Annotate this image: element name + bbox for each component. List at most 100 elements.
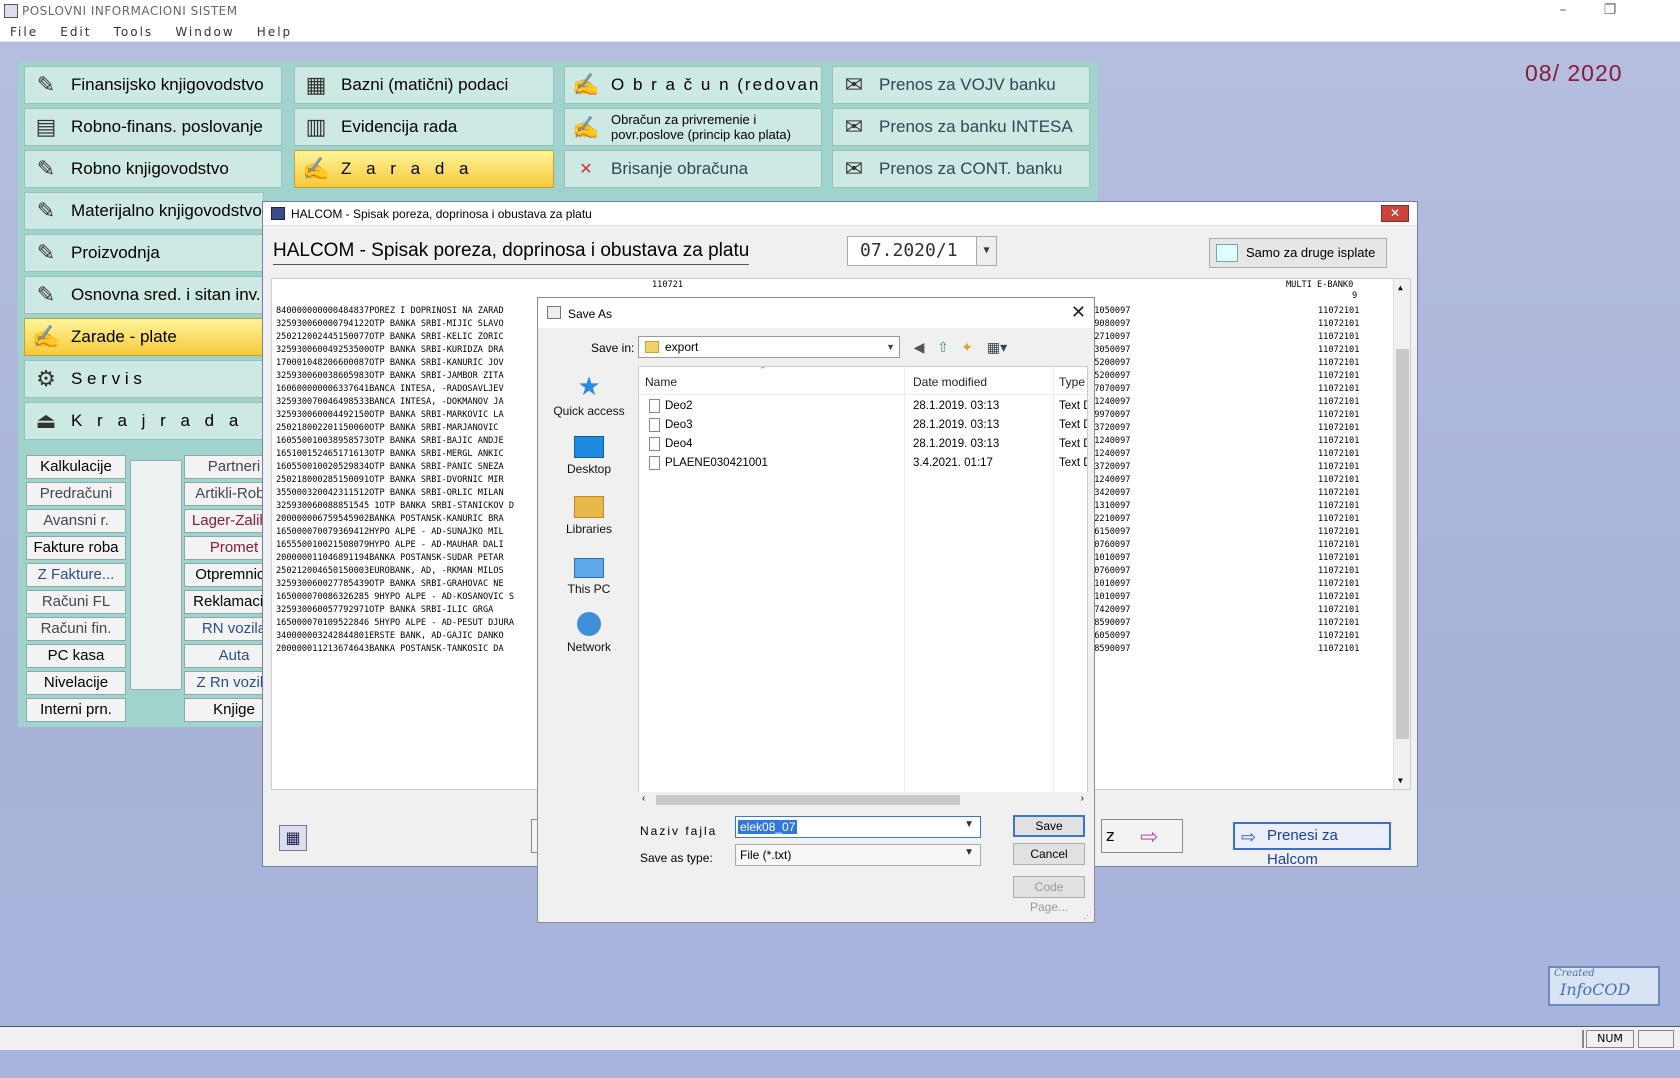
module-prenos-cont[interactable]: ✉ Prenos za CONT. banku xyxy=(832,150,1090,188)
menu-tools[interactable]: Tools xyxy=(114,25,154,39)
scroll-thumb[interactable] xyxy=(1396,349,1409,739)
btn-fakture-roba[interactable]: Fakture roba xyxy=(26,536,126,560)
module-prenos-vojv[interactable]: ✉ Prenos za VOJV banku xyxy=(832,66,1090,104)
period-select[interactable]: 07.2020/1 ▼ xyxy=(847,236,997,266)
record-row-text: 325930060038605983OTP BANKA SRBI-JAMBOR … xyxy=(276,371,504,381)
filename-input[interactable]: elek08_07 ▼ xyxy=(735,816,981,838)
vertical-scrollbar[interactable]: ▲ ▼ xyxy=(1393,279,1410,789)
back-icon[interactable]: ◀ xyxy=(910,338,928,356)
file-row[interactable]: Deo4 28.1.2019. 03:13 Text D xyxy=(639,435,1087,454)
view-menu-icon[interactable]: ▦▾ xyxy=(984,338,1010,356)
period-select-value: 07.2020/1 xyxy=(860,240,958,261)
module-zarada[interactable]: ✍ Z a r a d a xyxy=(294,150,554,188)
close-icon[interactable]: ✕ xyxy=(1071,302,1086,323)
chevron-down-icon[interactable]: ▼ xyxy=(886,337,895,357)
exit-button[interactable]: z ⇨ xyxy=(1101,819,1183,853)
place-this-pc[interactable]: This PC xyxy=(548,552,630,596)
btn-nivelacije[interactable]: Nivelacije xyxy=(26,671,126,695)
save-in-value: export xyxy=(665,340,699,354)
module-osnovna-sred[interactable]: ✎ Osnovna sred. i sitan inv. xyxy=(24,276,264,314)
save-in-label: Save in: xyxy=(591,341,635,355)
menu-edit[interactable]: Edit xyxy=(60,25,91,39)
btn-racuni-fl[interactable]: Računi FL xyxy=(26,590,126,614)
status-bar: NUM xyxy=(0,1026,1680,1050)
infocod-logo: Created InfoCOD xyxy=(1548,966,1660,1006)
transfer-icon: ✉ xyxy=(844,156,864,181)
record-row-text: 165000070109522846 5HYPO ALPE - AD-PESUT… xyxy=(276,618,514,628)
btn-predracuni[interactable]: Predračuni xyxy=(26,482,126,506)
save-in-select[interactable]: export ▼ xyxy=(638,336,900,358)
document-illustration xyxy=(130,460,182,690)
up-folder-icon[interactable]: ⇧ xyxy=(934,338,952,356)
prenesi-za-halcom-button[interactable]: ⇨ Prenesi za Halcom xyxy=(1233,822,1391,868)
exit-arrow-icon: ⇨ xyxy=(1140,825,1159,850)
btn-pc-kasa[interactable]: PC kasa xyxy=(26,644,126,668)
samo-za-druge-isplate-button[interactable]: Samo za druge isplate xyxy=(1209,238,1387,268)
code-page-button[interactable]: Code Page... xyxy=(1013,876,1085,914)
menu-window[interactable]: Window xyxy=(175,25,234,39)
module-brisanje-obracuna[interactable]: ✕ Brisanje obračuna xyxy=(564,150,822,188)
record-row-code: 11072101 xyxy=(1318,358,1360,368)
module-prenos-intesa[interactable]: ✉ Prenos za banku INTESA xyxy=(832,108,1090,146)
module-kraj-rada[interactable]: ⏏ K r a j r a d a xyxy=(24,402,264,440)
file-date: 28.1.2019. 03:13 xyxy=(913,419,1000,431)
filename-value: elek08_07 xyxy=(738,820,798,834)
calculator-icon: ▦ xyxy=(285,828,301,847)
module-evidencija-rada[interactable]: ▥ Evidencija rada xyxy=(294,108,554,146)
new-folder-icon[interactable]: ✦ xyxy=(958,338,976,356)
module-robno-knjig[interactable]: ✎ Robno knjigovodstvo xyxy=(24,150,282,188)
resize-grip-icon[interactable]: ⋰ xyxy=(1083,910,1092,921)
place-quick-access[interactable]: ★ Quick access xyxy=(548,372,630,418)
place-network[interactable]: Network xyxy=(548,612,630,654)
btn-avansni[interactable]: Avansni r. xyxy=(26,509,126,533)
module-zarade-plate[interactable]: ✍ Zarade - plate xyxy=(24,318,264,356)
record-row-text: 325930060027785439OTP BANKA SRBI-GRAHOVA… xyxy=(276,579,504,589)
chevron-down-icon[interactable]: ▼ xyxy=(964,847,974,858)
btn-racuni-fin[interactable]: Računi fin. xyxy=(26,617,126,641)
tools-icon: ⚙ xyxy=(36,366,56,391)
place-desktop[interactable]: Desktop xyxy=(548,432,630,476)
chevron-down-icon[interactable]: ▼ xyxy=(976,237,996,265)
module-obracun-redovan[interactable]: ✍ O b r a č u n (redovan) xyxy=(564,66,822,104)
chevron-down-icon[interactable]: ▼ xyxy=(964,819,974,830)
column-name[interactable]: Name xyxy=(645,375,677,389)
module-bazni-podaci[interactable]: ▦ Bazni (matični) podaci xyxy=(294,66,554,104)
record-row-code: 11072101 xyxy=(1318,397,1360,407)
btn-z-fakture[interactable]: Z Fakture... xyxy=(26,563,126,587)
file-row[interactable]: Deo3 28.1.2019. 03:13 Text D xyxy=(639,416,1087,435)
save-as-type-select[interactable]: File (*.txt) ▼ xyxy=(735,844,981,866)
file-list[interactable]: Name ⌃ Date modified Type Deo2 28.1.2019.… xyxy=(638,366,1088,808)
maximize-button[interactable]: ❐ xyxy=(1590,2,1630,18)
scroll-up-icon[interactable]: ▲ xyxy=(1398,281,1403,294)
menu-file[interactable]: File xyxy=(10,25,38,39)
menu-help[interactable]: Help xyxy=(257,25,292,39)
btn-interni-prn[interactable]: Interni prn. xyxy=(26,698,126,722)
module-materijalno[interactable]: ✎ Materijalno knjigovodstvo xyxy=(24,192,264,230)
place-libraries[interactable]: Libraries xyxy=(548,492,630,536)
save-button[interactable]: Save xyxy=(1013,815,1085,837)
module-proizvodnja[interactable]: ✎ Proizvodnja xyxy=(24,234,264,272)
cancel-button[interactable]: Cancel xyxy=(1013,843,1085,865)
calculator-button[interactable]: ▦ xyxy=(279,825,307,851)
btn-kalkulacije[interactable]: Kalkulacije xyxy=(26,455,126,479)
module-servis[interactable]: ⚙ S e r v i s xyxy=(24,360,264,398)
record-row-code: 11072101 xyxy=(1318,514,1360,524)
module-finansijsko[interactable]: ✎ Finansijsko knjigovodstvo xyxy=(24,66,282,104)
file-type: Text D xyxy=(1059,438,1087,450)
scroll-left-icon[interactable]: ‹ xyxy=(642,793,645,804)
close-icon[interactable]: ✕ xyxy=(1381,205,1409,222)
minimize-button[interactable]: – xyxy=(1543,2,1583,18)
module-obracun-privremeni[interactable]: ✍ Obračun za privremenie i povr.poslove (p… xyxy=(564,108,822,146)
column-type[interactable]: Type xyxy=(1059,375,1085,389)
horizontal-scrollbar[interactable]: ‹ › xyxy=(638,792,1088,808)
file-row[interactable]: PLAENE030421001 3.4.2021. 01:17 Text D xyxy=(639,454,1087,473)
save-as-icon xyxy=(547,306,561,319)
module-robno-finans[interactable]: ▤ Robno-finans. poslovanje xyxy=(24,108,282,146)
file-row[interactable]: Deo2 28.1.2019. 03:13 Text D xyxy=(639,397,1087,416)
scroll-right-icon[interactable]: › xyxy=(1081,793,1084,804)
logo-infocod: InfoCOD xyxy=(1560,980,1631,999)
menu-bar: File Edit Tools Window Help xyxy=(0,22,1680,42)
column-date-modified[interactable]: Date modified xyxy=(913,375,987,389)
scroll-thumb[interactable] xyxy=(656,795,960,805)
scroll-down-icon[interactable]: ▼ xyxy=(1398,774,1403,787)
